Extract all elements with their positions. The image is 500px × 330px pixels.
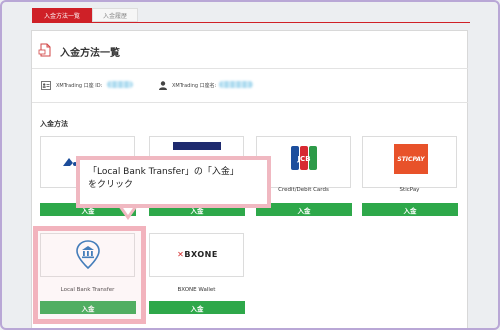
bxone-logo: ✕BXONE [177,250,218,259]
document-icon [38,43,51,57]
instruction-callout: 「Local Bank Transfer」の「入金」 をクリック [76,156,271,208]
callout-line: をクリック [88,180,134,190]
method-card-bxone[interactable]: ✕BXONE [149,233,244,277]
id-card-icon [41,81,51,90]
tab-deposit-history[interactable]: 入金履歴 [92,8,138,22]
highlight-box [33,226,146,324]
jcb-logo-icon: JCB [291,146,317,170]
user-icon [159,81,167,90]
card-logo-banner [173,142,221,150]
page-title: 入金方法一覧 [60,48,120,59]
tab-underline [32,22,470,23]
method-card-sticpay[interactable]: STICPAY [362,136,457,188]
divider [32,102,468,103]
method-label: SticPay [399,187,420,193]
account-id-label: XMTrading 口座 ID: [56,83,103,89]
callout-line: 「Local Bank Transfer」の「入金」 [88,167,239,177]
account-name-label: XMTrading 口座名: [172,83,217,89]
method-label: BXONE Wallet [177,287,216,293]
svg-text:JCB: JCB [296,155,310,163]
section-title: 入金方法 [40,120,68,128]
account-name-value-redacted [219,81,253,88]
deposit-button[interactable]: 入金 [362,203,458,216]
account-id-value-redacted [107,81,133,88]
tab-deposit-methods[interactable]: 入金方法一覧 [32,8,92,22]
deposit-button[interactable]: 入金 [149,301,245,314]
divider [32,68,468,69]
sticpay-logo: STICPAY [394,144,428,174]
